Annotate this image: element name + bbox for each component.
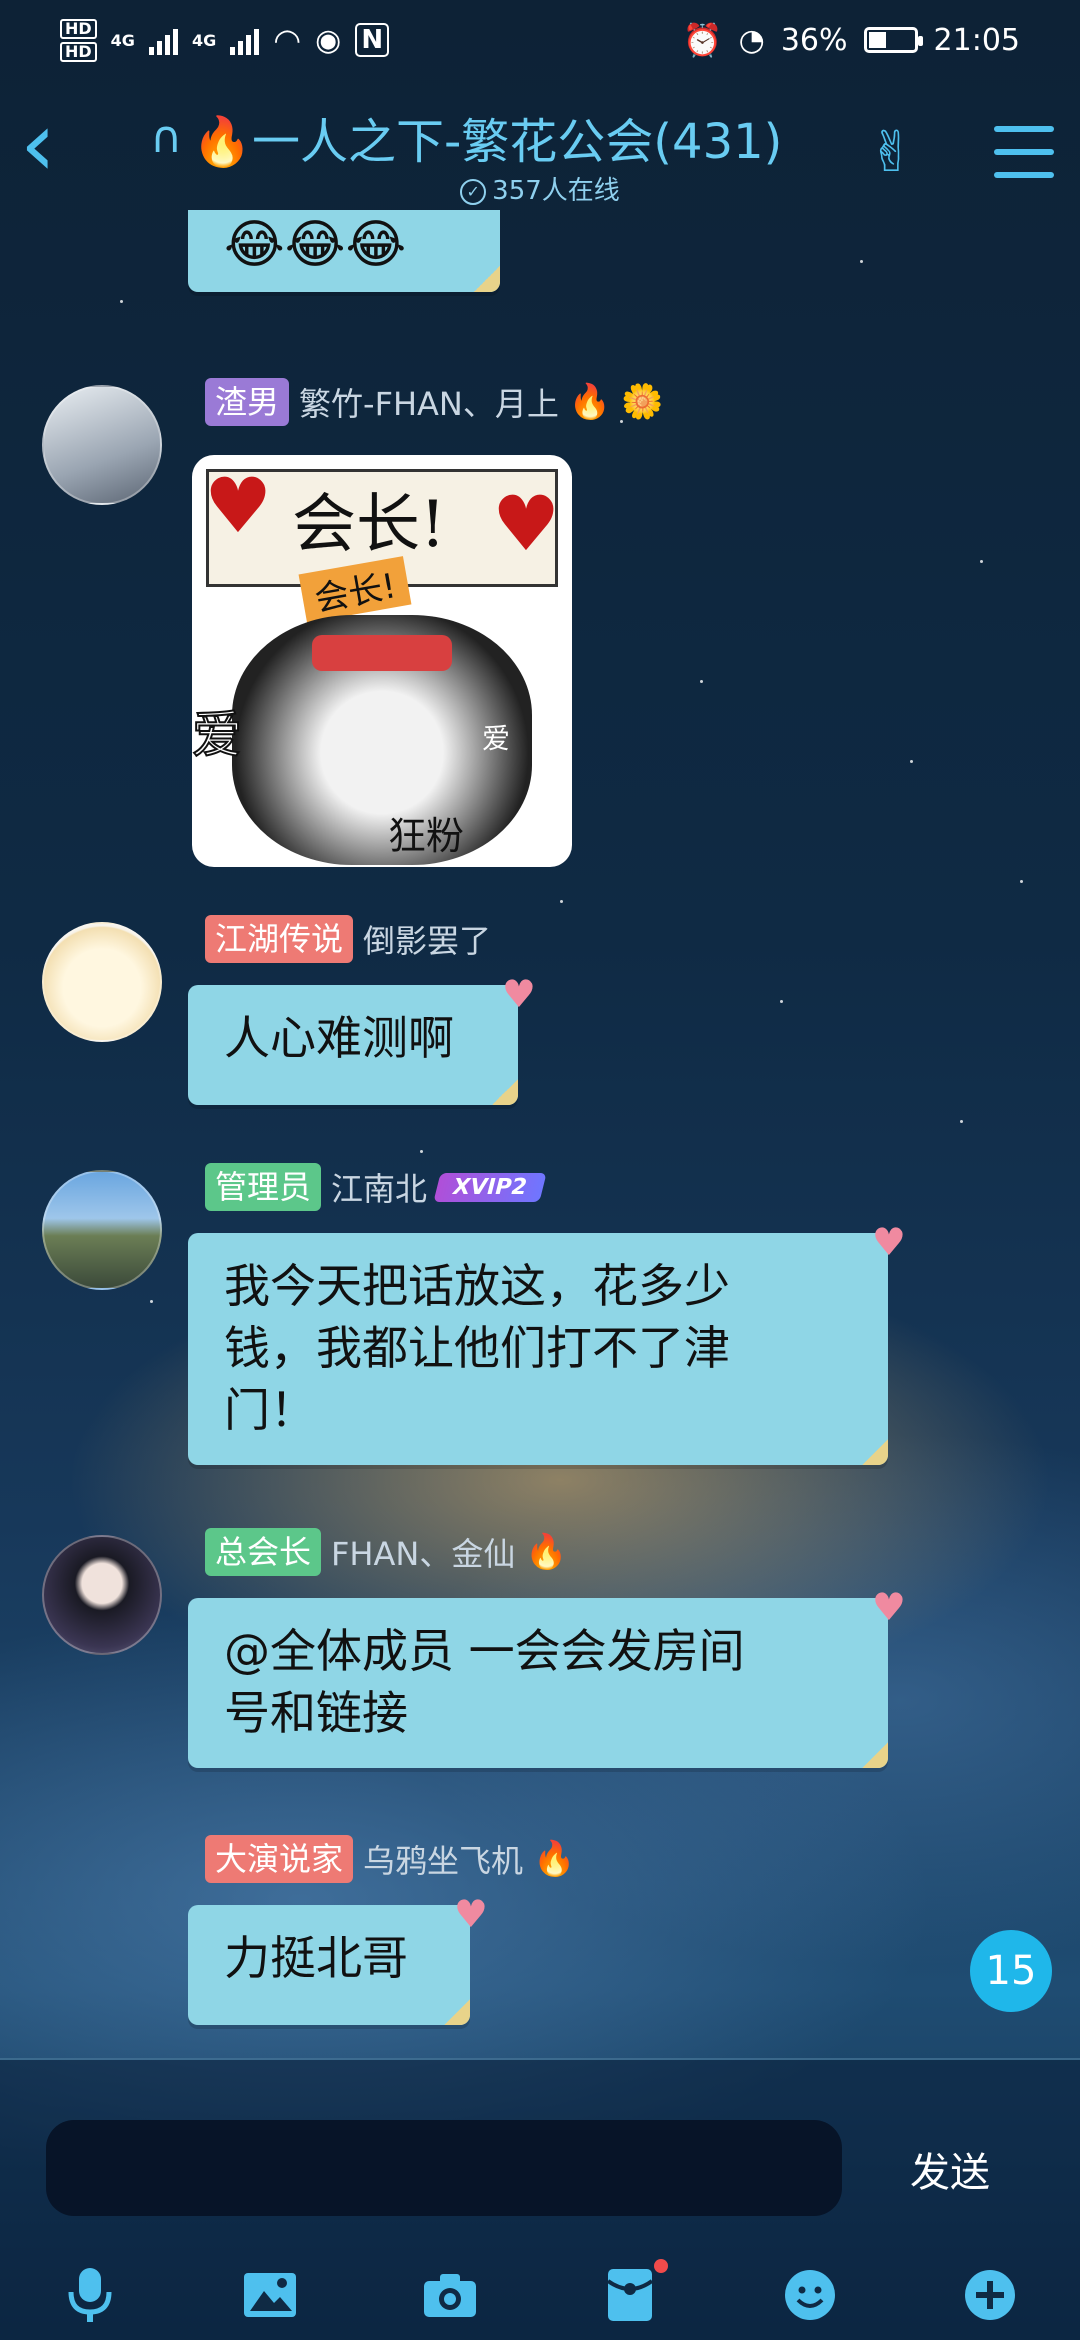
title-row[interactable]: ∩ 🔥一人之下-繁花公会(431) xyxy=(150,102,782,172)
sender-meta: 总会长 FHAN、金仙 🔥 xyxy=(205,1528,568,1576)
signal-icon xyxy=(230,25,260,55)
signal-icon xyxy=(148,25,178,55)
sender-name[interactable]: 倒影罢了 xyxy=(363,916,491,962)
send-button[interactable]: 发送 xyxy=(910,2140,990,2198)
network-type-label: 4G xyxy=(191,30,217,50)
sender-meta: 江湖传说 倒影罢了 xyxy=(205,915,491,963)
rock-hand-icon[interactable]: ✌ xyxy=(868,120,915,185)
battery-icon xyxy=(863,27,923,53)
sender-name[interactable]: 繁竹-FHAN、月上 xyxy=(299,379,559,425)
flower-icon: 🌼 xyxy=(621,382,664,422)
online-count: ✓ 357人在线 xyxy=(0,170,1080,207)
sender-name[interactable]: 乌鸦坐飞机 xyxy=(363,1836,523,1882)
message-text: 力挺北哥 xyxy=(224,1931,408,1985)
member-title-badge: 江湖传说 xyxy=(205,915,354,963)
heart-clip-icon: ♥ xyxy=(871,1220,906,1264)
red-packet-icon[interactable] xyxy=(600,2259,668,2325)
wifi-icon: ◠ xyxy=(273,21,302,59)
member-title-badge: 渣男 xyxy=(205,378,290,426)
heart-clip-icon: ♥ xyxy=(453,1892,488,1936)
nfc-icon: N xyxy=(355,23,390,57)
unread-count-badge[interactable]: 15 xyxy=(970,1930,1052,2012)
menu-icon[interactable] xyxy=(994,126,1054,178)
avatar[interactable] xyxy=(42,1170,162,1290)
online-count-label: 357人在线 xyxy=(492,176,620,206)
emoji-icon[interactable] xyxy=(780,2265,840,2325)
message-bubble[interactable]: ♥ 我今天把话放这，花多少 钱，我都让他们打不了津 门！ xyxy=(188,1220,906,1465)
sender-meta: 渣男 繁竹-FHAN、月上 🔥 🌼 xyxy=(205,378,664,426)
microphone-icon[interactable] xyxy=(60,2265,120,2325)
message-bubble[interactable]: ♥ @全体成员 一会会发房间 号和链接 xyxy=(188,1585,906,1768)
input-toolbar xyxy=(0,2259,1080,2330)
camera-icon[interactable] xyxy=(420,2265,480,2325)
fire-icon: 🔥 xyxy=(533,1839,576,1879)
avatar[interactable] xyxy=(42,385,162,505)
message-input[interactable] xyxy=(46,2120,842,2216)
hd-icon: HD xyxy=(60,41,97,62)
sender-name[interactable]: FHAN、金仙 xyxy=(331,1529,515,1575)
battery-percent: 36% xyxy=(780,22,848,58)
avatar[interactable] xyxy=(42,1535,162,1655)
eye-icon: ◉ xyxy=(315,22,342,58)
chat-messages[interactable]: 😂😂😂 渣男 繁竹-FHAN、月上 🔥 🌼 ♥ ♥ 会长! 会长! 爱 爱 狂粉… xyxy=(0,210,1080,2060)
check-circle-icon: ✓ xyxy=(460,178,487,205)
alarm-icon: ⏰ xyxy=(682,21,723,59)
message-text-line: @全体成员 一会会发房间 xyxy=(224,1624,745,1678)
message-text: 人心难测啊 xyxy=(224,1011,454,1065)
message-bubble[interactable]: ♥ 力挺北哥 xyxy=(188,1892,488,2025)
notification-dot xyxy=(654,2259,668,2273)
message-bubble[interactable]: ♥ 人心难测啊 xyxy=(188,972,536,1105)
network-type-label: 4G xyxy=(110,30,135,50)
avatar[interactable] xyxy=(42,922,162,1042)
input-area: 发送 xyxy=(0,2058,1080,2340)
sticker-image[interactable]: ♥ ♥ 会长! 会长! 爱 爱 狂粉 xyxy=(192,455,572,867)
message-text-line: 钱，我都让他们打不了津 xyxy=(224,1321,730,1375)
member-title-badge: 管理员 xyxy=(205,1163,322,1211)
vip-badge: XVIP2 xyxy=(433,1172,547,1202)
sender-name[interactable]: 江南北 xyxy=(331,1164,427,1210)
message-text-line: 我今天把话放这，花多少 xyxy=(224,1259,730,1313)
hd-icon: HD xyxy=(60,18,97,39)
fire-icon: 🔥 xyxy=(568,382,612,422)
ear-icon[interactable]: ∩ xyxy=(150,112,182,163)
sender-meta: 大演说家 乌鸦坐飞机 🔥 xyxy=(205,1835,575,1883)
fire-icon: 🔥 xyxy=(525,1532,568,1572)
group-title: 🔥一人之下-繁花公会(431) xyxy=(192,114,783,170)
sticker-side-right: 爱 xyxy=(482,722,511,755)
chat-header: ‹ ∩ 🔥一人之下-繁花公会(431) ✓ 357人在线 ✌ xyxy=(0,80,1080,210)
heart-clip-icon: ♥ xyxy=(871,1585,906,1629)
laughing-emoji-icon: 😂😂😂 xyxy=(224,215,407,275)
heart-clip-icon: ♥ xyxy=(501,972,536,1016)
message-text-line: 号和链接 xyxy=(224,1686,408,1740)
plus-icon[interactable] xyxy=(960,2265,1020,2325)
sticker-bottom-text: 狂粉 xyxy=(388,814,465,858)
status-bar: HD HD 4G 4G ◠ ◉ N ⏰ ◔ 36% 21:05 xyxy=(0,0,1080,80)
sender-meta: 管理员 江南北 XVIP2 xyxy=(205,1163,547,1211)
speedometer-icon: ◔ xyxy=(738,22,765,58)
heart-icon: ♥ xyxy=(204,461,273,550)
image-icon[interactable] xyxy=(240,2265,300,2325)
heart-icon: ♥ xyxy=(492,479,561,568)
sticker-top-text: 会长! xyxy=(292,488,446,562)
previous-message-bubble[interactable]: 😂😂😂 xyxy=(188,210,500,292)
clock-time: 21:05 xyxy=(933,22,1020,58)
member-title-badge: 总会长 xyxy=(205,1528,322,1576)
message-text-line: 门！ xyxy=(224,1383,316,1437)
member-title-badge: 大演说家 xyxy=(205,1835,354,1883)
sticker-side-left: 爱 xyxy=(192,705,243,765)
